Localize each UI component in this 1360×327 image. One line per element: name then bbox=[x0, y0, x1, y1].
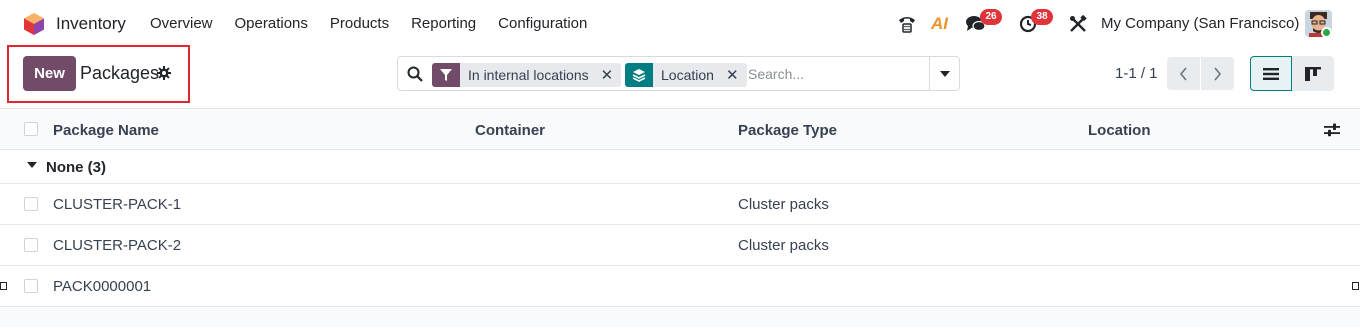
filter-icon bbox=[432, 63, 460, 87]
cell-package-type: Cluster packs bbox=[738, 196, 829, 213]
inventory-app-icon[interactable] bbox=[22, 12, 46, 36]
facet-label: Location bbox=[661, 67, 714, 83]
column-header-package-type[interactable]: Package Type bbox=[738, 122, 837, 139]
menu-reporting[interactable]: Reporting bbox=[411, 15, 476, 32]
search-input[interactable] bbox=[748, 64, 926, 84]
menu-overview[interactable]: Overview bbox=[150, 15, 213, 32]
column-header-location[interactable]: Location bbox=[1088, 122, 1151, 139]
chevron-right-icon bbox=[1214, 66, 1222, 81]
menu-products[interactable]: Products bbox=[330, 15, 389, 32]
chevron-left-icon bbox=[1179, 66, 1187, 81]
row-checkbox[interactable] bbox=[24, 197, 38, 211]
table-row[interactable]: CLUSTER-PACK-2 Cluster packs bbox=[0, 225, 1360, 266]
caret-down-icon bbox=[939, 70, 950, 77]
messages-badge: 26 bbox=[980, 9, 1002, 25]
menu-configuration[interactable]: Configuration bbox=[498, 15, 587, 32]
cell-package-name: CLUSTER-PACK-2 bbox=[53, 237, 182, 254]
ai-label: AI bbox=[931, 14, 948, 33]
menu-operations[interactable]: Operations bbox=[235, 15, 308, 32]
group-row-none[interactable]: None (3) bbox=[0, 150, 1360, 184]
search-options-toggle[interactable] bbox=[929, 57, 959, 90]
table-row[interactable]: PACK0000001 bbox=[0, 266, 1360, 307]
facet-internal-locations: In internal locations ✕ bbox=[432, 63, 622, 87]
gear-icon[interactable] bbox=[157, 66, 171, 80]
optional-columns-icon[interactable] bbox=[1324, 123, 1340, 137]
activities-badge: 38 bbox=[1031, 9, 1053, 25]
column-header-container[interactable]: Container bbox=[475, 122, 545, 139]
cell-package-type: Cluster packs bbox=[738, 237, 829, 254]
kanban-view-icon bbox=[1305, 66, 1321, 81]
top-navbar: Inventory Overview Operations Products R… bbox=[0, 0, 1360, 48]
layers-icon bbox=[625, 63, 653, 87]
company-switcher[interactable]: My Company (San Francisco) bbox=[1101, 15, 1299, 32]
list-view-button[interactable] bbox=[1250, 56, 1292, 91]
page-title: Packages bbox=[80, 63, 160, 83]
search-icon[interactable] bbox=[407, 66, 423, 82]
list-footer bbox=[0, 307, 1360, 327]
facet-label: In internal locations bbox=[468, 67, 589, 83]
ai-icon[interactable]: AI bbox=[931, 0, 948, 48]
remove-facet-icon[interactable]: ✕ bbox=[722, 66, 747, 84]
new-button[interactable]: New bbox=[23, 56, 76, 91]
app-name[interactable]: Inventory bbox=[56, 14, 126, 34]
facet-location: Location ✕ bbox=[625, 63, 747, 87]
resize-handle-right[interactable] bbox=[1352, 282, 1359, 290]
table-row[interactable]: CLUSTER-PACK-1 Cluster packs bbox=[0, 184, 1360, 225]
cell-package-name: CLUSTER-PACK-1 bbox=[53, 196, 182, 213]
main-menu: Overview Operations Products Reporting C… bbox=[150, 15, 609, 32]
list-view-icon bbox=[1263, 67, 1279, 80]
column-header-package-name[interactable]: Package Name bbox=[53, 122, 159, 139]
phone-icon[interactable] bbox=[897, 14, 917, 34]
online-status-dot bbox=[1321, 27, 1332, 38]
kanban-view-button[interactable] bbox=[1292, 56, 1334, 91]
tools-icon[interactable] bbox=[1069, 15, 1087, 33]
remove-facet-icon[interactable]: ✕ bbox=[597, 66, 622, 84]
row-checkbox[interactable] bbox=[24, 279, 38, 293]
row-checkbox[interactable] bbox=[24, 238, 38, 252]
resize-handle-left[interactable] bbox=[0, 282, 7, 290]
table-header: Package Name Container Package Type Loca… bbox=[0, 108, 1360, 150]
caret-down-icon bbox=[27, 162, 37, 168]
select-all-checkbox[interactable] bbox=[24, 122, 38, 136]
cell-package-name: PACK0000001 bbox=[53, 278, 152, 295]
group-label: None (3) bbox=[46, 159, 106, 176]
pager-next-button[interactable] bbox=[1201, 57, 1234, 90]
pager-value[interactable]: 1-1 / 1 bbox=[1115, 65, 1158, 82]
pager-previous-button[interactable] bbox=[1167, 57, 1200, 90]
search-bar: In internal locations ✕ Location ✕ bbox=[397, 56, 960, 91]
